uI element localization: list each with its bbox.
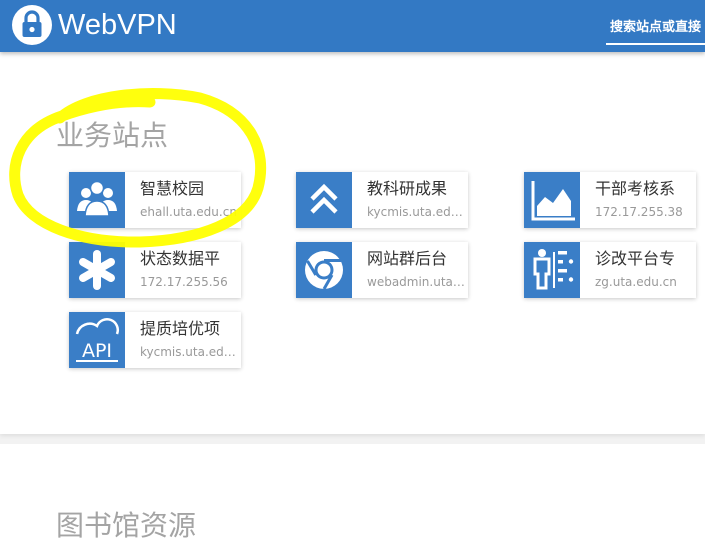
site-name: 网站群后台	[367, 249, 448, 268]
site-name: 教科研成果	[367, 179, 448, 198]
site-card[interactable]: 状态数据平 172.17.255.56	[69, 242, 241, 298]
site-address: zg.uta.edu.cn	[595, 275, 677, 289]
site-address: kycmis.uta.edu.cn	[367, 205, 465, 219]
site-address: 172.17.255.56	[140, 275, 228, 289]
site-address: 172.17.255.38	[595, 205, 683, 219]
people-icon	[69, 172, 125, 228]
lock-icon[interactable]	[12, 5, 52, 45]
site-name: 状态数据平	[140, 249, 221, 268]
site-name: 干部考核系	[595, 179, 676, 198]
asterisk-icon	[69, 242, 125, 298]
site-card[interactable]: 教科研成果 kycmis.uta.edu.cn	[296, 172, 468, 228]
svg-text:API: API	[82, 340, 112, 362]
site-card[interactable]: 干部考核系 172.17.255.38	[524, 172, 696, 228]
site-name: 提质培优项	[140, 319, 221, 338]
library-resources-panel: 图书馆资源	[0, 444, 705, 551]
site-card[interactable]: 诊改平台专 zg.uta.edu.cn	[524, 242, 696, 298]
site-name: 诊改平台专	[595, 249, 676, 268]
person-chart-icon	[524, 242, 580, 298]
top-bar: WebVPN	[0, 0, 705, 52]
chrome-icon	[296, 242, 352, 298]
brand-title[interactable]: WebVPN	[58, 8, 177, 42]
site-card[interactable]: 网站群后台 webadmin.uta.edu.cn	[296, 242, 468, 298]
site-address: webadmin.uta.edu.cn	[367, 275, 465, 289]
area-chart-icon	[524, 172, 580, 228]
search-box[interactable]	[606, 13, 705, 45]
site-address: kycmis.uta.edu.cn	[140, 345, 238, 359]
site-card[interactable]: API 提质培优项 kycmis.uta.edu.cn	[69, 312, 241, 368]
section-title: 业务站点	[56, 119, 169, 152]
chevron-up-icon	[296, 172, 352, 228]
section-title: 图书馆资源	[56, 509, 197, 542]
search-input[interactable]	[606, 13, 705, 41]
site-card[interactable]: 智慧校园 ehall.uta.edu.cn	[69, 172, 241, 228]
api-icon: API	[69, 312, 125, 368]
site-address: ehall.uta.edu.cn	[140, 205, 237, 219]
site-name: 智慧校园	[140, 179, 205, 198]
business-sites-panel: 业务站点 智慧校园 ehall.uta.edu.cn 教科研成果 kycmis.…	[0, 52, 705, 434]
